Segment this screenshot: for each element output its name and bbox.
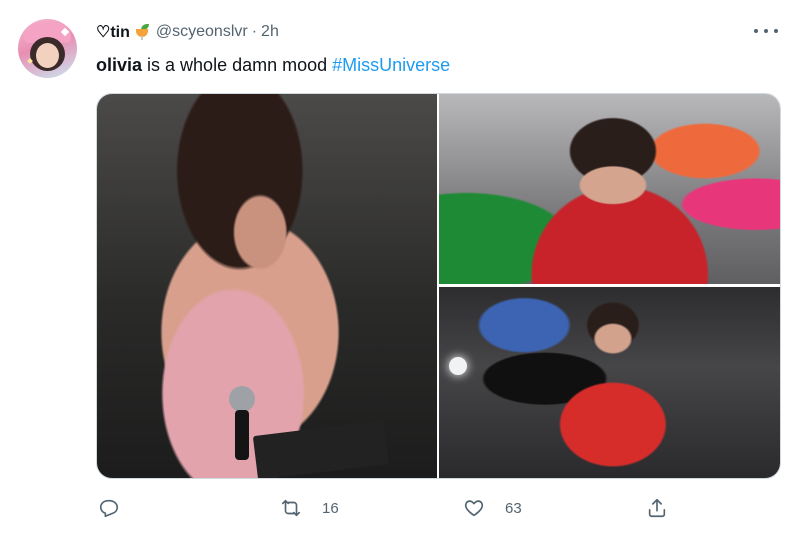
photo-3[interactable] bbox=[439, 287, 780, 478]
action-bar: 16 63 bbox=[0, 490, 797, 526]
cue-card-shape bbox=[252, 420, 390, 478]
reply-icon bbox=[99, 499, 119, 518]
share-icon bbox=[648, 498, 666, 518]
hashtag-link[interactable]: #MissUniverse bbox=[332, 55, 450, 75]
tweet-card[interactable]: ♡tin @scyeonslvr · 2h olivia is a whole … bbox=[0, 0, 797, 533]
heart-icon bbox=[464, 500, 484, 517]
retweet-count: 16 bbox=[322, 499, 339, 517]
microphone-handle-shape bbox=[235, 410, 249, 460]
user-handle[interactable]: @scyeonslvr bbox=[156, 23, 248, 41]
tweet-text: olivia is a whole damn mood #MissUnivers… bbox=[96, 53, 450, 77]
tweet-text-bold: olivia bbox=[96, 55, 143, 75]
photo-1[interactable] bbox=[97, 94, 437, 478]
share-button[interactable] bbox=[646, 490, 668, 526]
tweet-text-body: is a whole damn mood bbox=[142, 55, 333, 75]
like-button[interactable]: 63 bbox=[463, 490, 522, 526]
microphone-shape bbox=[229, 386, 255, 412]
more-icon[interactable] bbox=[754, 22, 778, 40]
timestamp[interactable]: 2h bbox=[261, 23, 279, 41]
display-name[interactable]: ♡tin bbox=[96, 22, 130, 42]
avatar-face bbox=[36, 43, 59, 68]
reply-button[interactable] bbox=[98, 490, 140, 526]
avatar[interactable] bbox=[18, 19, 77, 78]
stage-light-shape bbox=[449, 357, 467, 375]
retweet-icon bbox=[281, 499, 301, 517]
like-count: 63 bbox=[505, 499, 522, 517]
retweet-button[interactable]: 16 bbox=[280, 490, 339, 526]
photo-2[interactable] bbox=[439, 94, 780, 284]
separator-dot: · bbox=[251, 23, 258, 40]
media-grid bbox=[96, 93, 781, 479]
tweet-header: ♡tin @scyeonslvr · 2h bbox=[96, 21, 279, 43]
tropical-drink-icon bbox=[134, 23, 150, 41]
